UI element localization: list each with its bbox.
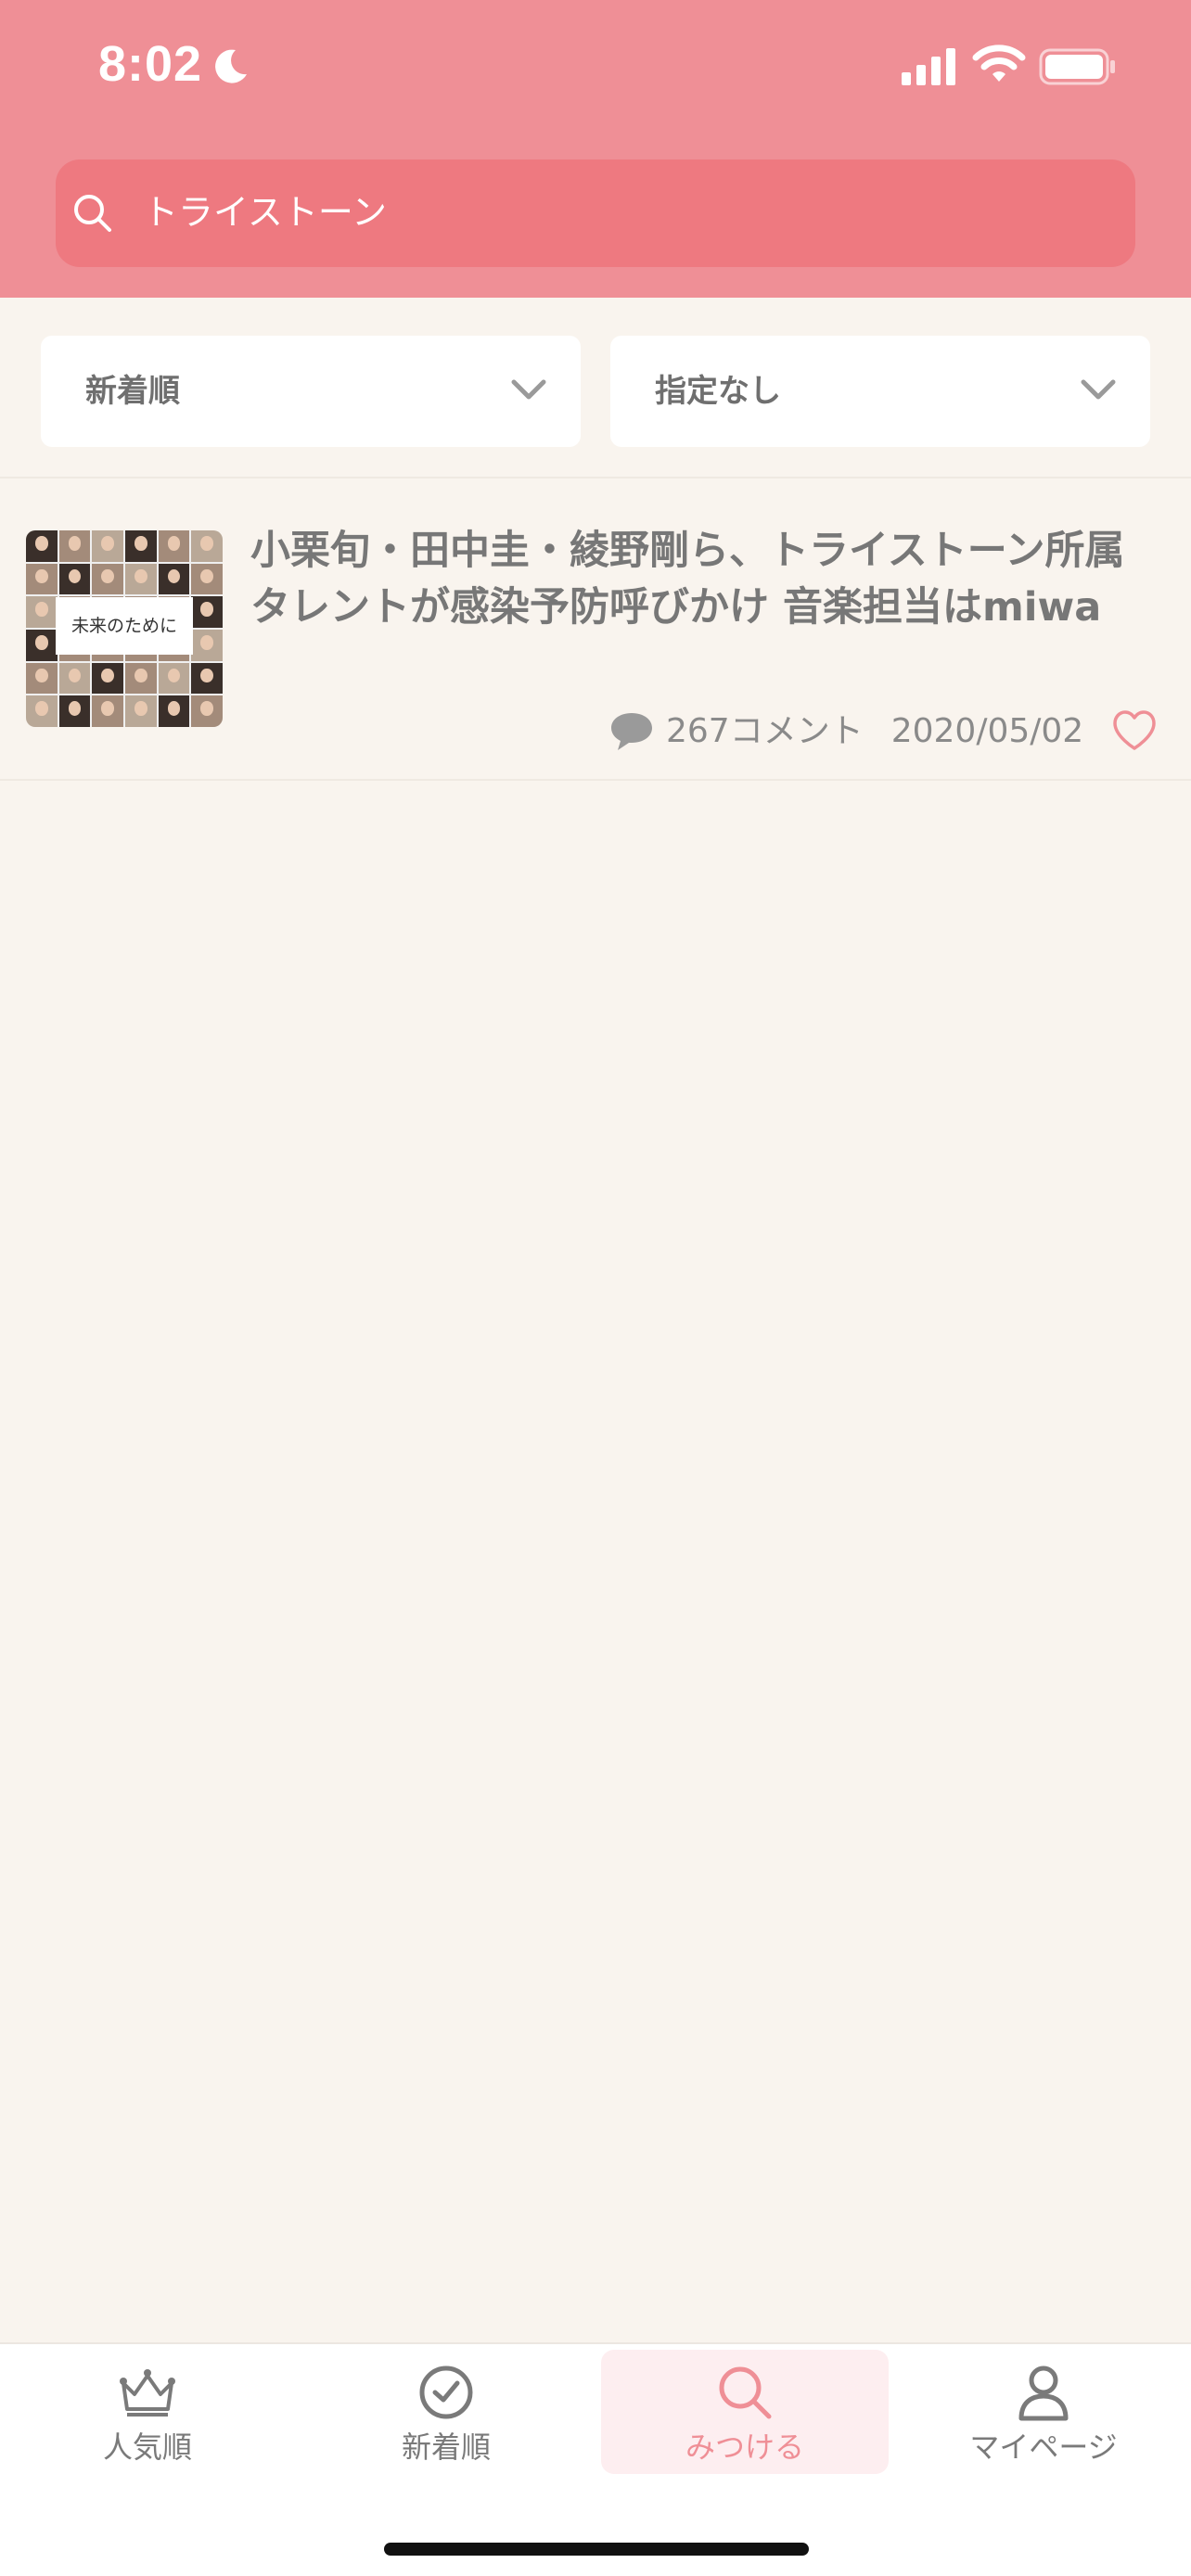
tab-label: 人気順 xyxy=(102,2429,192,2465)
tab-popular[interactable]: 人気順 xyxy=(4,2350,291,2474)
search-icon xyxy=(719,2366,772,2419)
heart-icon[interactable] xyxy=(1111,708,1158,753)
tab-label: みつける xyxy=(685,2429,804,2465)
sort-dropdown[interactable]: 新着順 xyxy=(41,336,581,447)
tab-discover[interactable]: みつける xyxy=(601,2350,889,2474)
wifi-icon xyxy=(972,45,1026,82)
tab-mypage[interactable]: マイページ xyxy=(900,2350,1187,2474)
divider xyxy=(0,779,1191,781)
sort-dropdown-label: 新着順 xyxy=(85,373,180,410)
status-bar: 8:02 xyxy=(0,0,1191,139)
tab-label: マイページ xyxy=(969,2429,1118,2465)
person-icon xyxy=(1018,2366,1069,2421)
tab-label: 新着順 xyxy=(401,2429,491,2465)
filter-dropdown[interactable]: 指定なし xyxy=(610,336,1150,447)
chevron-down-icon xyxy=(511,379,546,400)
comment-bubble-icon xyxy=(611,713,652,750)
clock-icon xyxy=(419,2366,473,2419)
battery-icon xyxy=(1039,48,1115,85)
article-title[interactable]: 小栗旬・田中圭・綾野剛ら、トライストーン所属タレントが感染予防呼びかけ 音楽担当… xyxy=(250,523,1141,636)
thumbnail-caption: 未来のために xyxy=(56,597,193,655)
article-meta: 267コメント 2020/05/02 xyxy=(608,708,1083,755)
cellular-signal-icon xyxy=(902,48,955,85)
search-query: トライストーン xyxy=(143,192,387,233)
comment-count: 267コメント xyxy=(666,712,864,750)
status-time: 8:02 xyxy=(98,36,203,92)
search-icon xyxy=(74,195,111,232)
divider xyxy=(0,477,1191,478)
home-indicator xyxy=(384,2543,809,2556)
crown-icon xyxy=(120,2369,175,2417)
chevron-down-icon xyxy=(1081,379,1116,400)
article-thumbnail[interactable]: 未来のために xyxy=(26,530,223,727)
filter-dropdown-label: 指定なし xyxy=(655,373,781,410)
moon-icon xyxy=(215,49,247,83)
tab-newest[interactable]: 新着順 xyxy=(302,2350,590,2474)
article-date: 2020/05/02 xyxy=(890,712,1084,750)
